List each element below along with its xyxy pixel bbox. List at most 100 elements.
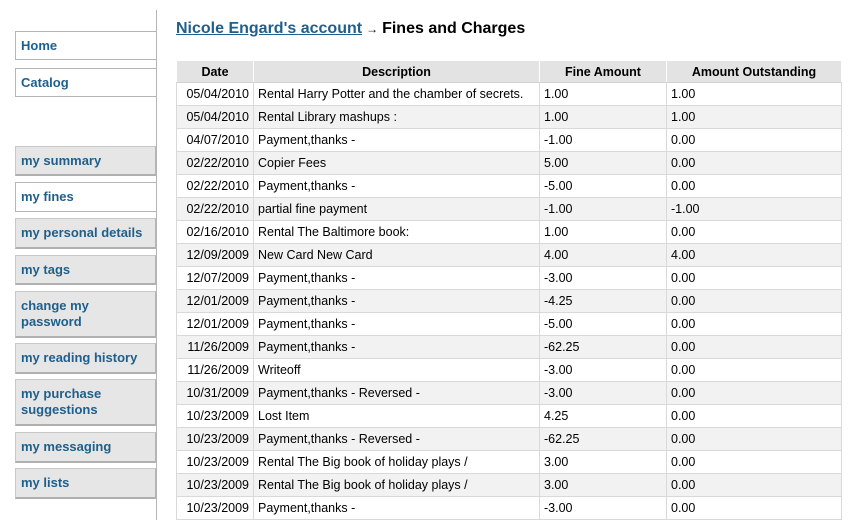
nav-my-purchase-suggestions[interactable]: my purchase suggestions bbox=[15, 379, 156, 426]
account-link[interactable]: Nicole Engard's account bbox=[176, 20, 362, 37]
cell-fine-amount: -4.25 bbox=[539, 289, 667, 313]
nav-item-label: my personal details bbox=[21, 225, 143, 240]
left-navigation: Home Catalog my summary my fines my pers… bbox=[0, 0, 160, 520]
cell-amount-outstanding: 0.00 bbox=[666, 266, 842, 290]
table-row: 02/22/2010 Payment,thanks - -5.00 0.00 bbox=[176, 174, 842, 198]
nav-divider bbox=[156, 10, 157, 520]
table-row: 02/22/2010 partial fine payment -1.00 -1.00 bbox=[176, 197, 842, 221]
cell-description: Payment,thanks - bbox=[253, 289, 540, 313]
nav-my-reading-history[interactable]: my reading history bbox=[15, 343, 156, 374]
cell-fine-amount: 1.00 bbox=[539, 105, 667, 129]
table-row: 10/23/2009 Payment,thanks - Reversed - -62… bbox=[176, 427, 842, 451]
nav-my-messaging[interactable]: my messaging bbox=[15, 432, 156, 463]
table-row: 02/16/2010 Rental The Baltimore book: 1.00… bbox=[176, 220, 842, 244]
cell-date: 10/23/2009 bbox=[176, 496, 254, 520]
cell-amount-outstanding: 1.00 bbox=[666, 82, 842, 106]
cell-fine-amount: 1.00 bbox=[539, 82, 667, 106]
cell-amount-outstanding: 0.00 bbox=[666, 450, 842, 474]
nav-my-summary[interactable]: my summary bbox=[15, 146, 156, 176]
cell-amount-outstanding: 0.00 bbox=[666, 151, 842, 175]
cell-description: Payment,thanks - Reversed - bbox=[253, 381, 540, 405]
nav-my-personal-details[interactable]: my personal details bbox=[15, 218, 156, 249]
nav-change-my-password[interactable]: change my password bbox=[15, 291, 156, 338]
cell-date: 02/16/2010 bbox=[176, 220, 254, 244]
nav-my-lists[interactable]: my lists bbox=[15, 468, 156, 499]
page-title: Fines and Charges bbox=[382, 20, 526, 37]
nav-catalog[interactable]: Catalog bbox=[15, 68, 156, 97]
cell-fine-amount: 5.00 bbox=[539, 151, 667, 175]
nav-item-label: my purchase suggestions bbox=[21, 386, 102, 417]
table-row: 05/04/2010 Rental Harry Potter and the ch… bbox=[176, 82, 842, 106]
table-header-row: Date Description Fine Amount Amount Outs… bbox=[176, 60, 842, 83]
nav-item-label: my fines bbox=[21, 189, 74, 204]
cell-fine-amount: -62.25 bbox=[539, 427, 667, 451]
breadcrumb-arrow-icon: → bbox=[366, 22, 379, 36]
cell-description: Rental The Big book of holiday plays / bbox=[253, 450, 540, 474]
column-header-date: Date bbox=[176, 60, 254, 83]
cell-amount-outstanding: 0.00 bbox=[666, 427, 842, 451]
cell-description: Rental Harry Potter and the chamber of s… bbox=[253, 82, 540, 106]
table-row: 12/01/2009 Payment,thanks - -5.00 0.00 bbox=[176, 312, 842, 336]
cell-date: 12/01/2009 bbox=[176, 289, 254, 313]
cell-fine-amount: -3.00 bbox=[539, 266, 667, 290]
cell-date: 02/22/2010 bbox=[176, 151, 254, 175]
cell-amount-outstanding: 0.00 bbox=[666, 128, 842, 152]
nav-item-label: my lists bbox=[21, 475, 70, 490]
cell-date: 10/23/2009 bbox=[176, 427, 254, 451]
cell-amount-outstanding: 1.00 bbox=[666, 105, 842, 129]
cell-date: 12/07/2009 bbox=[176, 266, 254, 290]
cell-amount-outstanding: 0.00 bbox=[666, 358, 842, 382]
table-row: 10/23/2009 Payment,thanks - -3.00 0.00 bbox=[176, 496, 842, 520]
cell-amount-outstanding: 0.00 bbox=[666, 312, 842, 336]
cell-date: 10/23/2009 bbox=[176, 404, 254, 428]
fines-table-body: 05/04/2010 Rental Harry Potter and the ch… bbox=[176, 82, 842, 520]
table-row: 04/07/2010 Payment,thanks - -1.00 0.00 bbox=[176, 128, 842, 152]
cell-amount-outstanding: 0.00 bbox=[666, 335, 842, 359]
nav-my-fines[interactable]: my fines bbox=[15, 182, 156, 212]
nav-home[interactable]: Home bbox=[15, 31, 156, 60]
table-row: 10/23/2009 Rental The Big book of holiday… bbox=[176, 450, 842, 474]
cell-date: 10/23/2009 bbox=[176, 473, 254, 497]
cell-fine-amount: 4.25 bbox=[539, 404, 667, 428]
nav-home-label: Home bbox=[21, 37, 58, 53]
table-row: 12/09/2009 New Card New Card 4.00 4.00 bbox=[176, 243, 842, 267]
cell-amount-outstanding: 0.00 bbox=[666, 381, 842, 405]
cell-description: New Card New Card bbox=[253, 243, 540, 267]
cell-description: Payment,thanks - bbox=[253, 312, 540, 336]
cell-description: Payment,thanks - bbox=[253, 174, 540, 198]
cell-date: 10/23/2009 bbox=[176, 450, 254, 474]
cell-description: Writeoff bbox=[253, 358, 540, 382]
table-row: 10/23/2009 Rental The Big book of holiday… bbox=[176, 473, 842, 497]
cell-fine-amount: -3.00 bbox=[539, 358, 667, 382]
table-row: 12/01/2009 Payment,thanks - -4.25 0.00 bbox=[176, 289, 842, 313]
cell-fine-amount: 4.00 bbox=[539, 243, 667, 267]
table-row: 12/07/2009 Payment,thanks - -3.00 0.00 bbox=[176, 266, 842, 290]
cell-fine-amount: -5.00 bbox=[539, 174, 667, 198]
cell-amount-outstanding: 0.00 bbox=[666, 220, 842, 244]
cell-fine-amount: -3.00 bbox=[539, 496, 667, 520]
cell-description: partial fine payment bbox=[253, 197, 540, 221]
cell-amount-outstanding: 0.00 bbox=[666, 404, 842, 428]
cell-description: Payment,thanks - bbox=[253, 266, 540, 290]
cell-date: 05/04/2010 bbox=[176, 105, 254, 129]
nav-item-label: my reading history bbox=[21, 350, 138, 365]
cell-description: Payment,thanks - Reversed - bbox=[253, 427, 540, 451]
cell-description: Copier Fees bbox=[253, 151, 540, 175]
cell-amount-outstanding: -1.00 bbox=[666, 197, 842, 221]
nav-item-label: my messaging bbox=[21, 439, 112, 454]
cell-fine-amount: 3.00 bbox=[539, 450, 667, 474]
cell-date: 11/26/2009 bbox=[176, 358, 254, 382]
cell-description: Payment,thanks - bbox=[253, 496, 540, 520]
cell-amount-outstanding: 4.00 bbox=[666, 243, 842, 267]
cell-fine-amount: 3.00 bbox=[539, 473, 667, 497]
cell-description: Rental The Baltimore book: bbox=[253, 220, 540, 244]
cell-date: 12/01/2009 bbox=[176, 312, 254, 336]
cell-fine-amount: -1.00 bbox=[539, 128, 667, 152]
cell-description: Payment,thanks - bbox=[253, 128, 540, 152]
nav-my-tags[interactable]: my tags bbox=[15, 255, 156, 285]
cell-description: Lost Item bbox=[253, 404, 540, 428]
cell-date: 11/26/2009 bbox=[176, 335, 254, 359]
breadcrumb: Nicole Engard's account → Fines and Charge… bbox=[176, 20, 525, 38]
cell-fine-amount: 1.00 bbox=[539, 220, 667, 244]
nav-catalog-label: Catalog bbox=[21, 74, 69, 90]
